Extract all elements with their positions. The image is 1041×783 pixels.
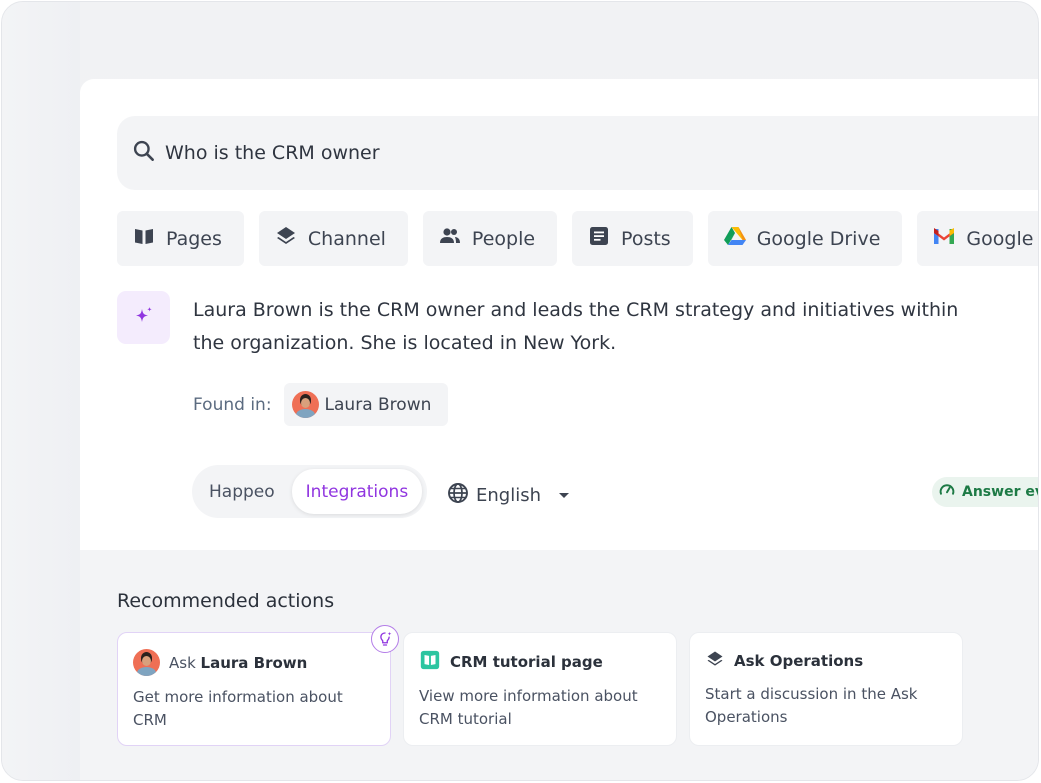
- lightbulb-sparkle-icon: [371, 625, 399, 653]
- action-card-ask-operations[interactable]: Ask Operations Start a discussion in the…: [689, 632, 963, 746]
- filter-label: Posts: [621, 227, 671, 250]
- card-title: Laura Brown: [200, 653, 308, 672]
- app-window: Who is the CRM owner Pages Channel Peopl…: [1, 1, 1039, 781]
- sidebar-backdrop: [2, 2, 80, 780]
- answer-evaluation-badge[interactable]: Answer ev: [932, 477, 1039, 507]
- filter-channel[interactable]: Channel: [258, 211, 408, 266]
- recommended-actions-title: Recommended actions: [117, 590, 335, 612]
- ai-answer-text: Laura Brown is the CRM owner and leads t…: [193, 299, 959, 354]
- source-name: Laura Brown: [324, 394, 432, 415]
- search-icon: [131, 138, 157, 168]
- card-description: Get more information about CRM: [133, 688, 343, 729]
- card-title: CRM tutorial page: [450, 653, 603, 671]
- filter-posts[interactable]: Posts: [572, 211, 693, 266]
- avatar: [133, 649, 160, 676]
- book-icon: [132, 224, 156, 253]
- language-select[interactable]: English: [446, 481, 569, 510]
- avatar: [291, 391, 319, 418]
- card-prefix: Ask: [169, 653, 196, 672]
- filter-people[interactable]: People: [422, 211, 558, 266]
- card-description: View more information about CRM tutorial: [419, 687, 638, 728]
- action-card-crm-tutorial[interactable]: CRM tutorial page View more information …: [403, 632, 677, 746]
- found-in: Found in: Laura Brown: [193, 383, 449, 426]
- filter-chips: Pages Channel People Posts Google Drive …: [117, 211, 1038, 266]
- recommended-actions-section: Recommended actions Ask Laura Brown Get …: [80, 550, 1038, 780]
- layers-icon: [274, 224, 298, 253]
- found-in-label: Found in:: [193, 394, 272, 415]
- gauge-icon: [938, 481, 956, 503]
- sparkle-icon: [132, 304, 156, 332]
- source-chip[interactable]: Laura Brown: [283, 383, 449, 426]
- search-query[interactable]: Who is the CRM owner: [165, 142, 380, 164]
- layers-icon: [705, 649, 725, 673]
- toggle-integrations[interactable]: Integrations: [291, 469, 423, 514]
- recommended-cards: Ask Laura Brown Get more information abo…: [117, 625, 963, 746]
- filter-google-drive[interactable]: Google Drive: [707, 211, 903, 266]
- filter-label: People: [471, 227, 536, 250]
- toggle-happeo[interactable]: Happeo: [196, 469, 288, 514]
- card-title: Ask Operations: [734, 652, 864, 670]
- people-icon: [438, 224, 462, 253]
- book-icon: [419, 649, 441, 675]
- evaluation-label: Answer ev: [962, 484, 1039, 500]
- gmail-icon: [932, 224, 956, 253]
- filter-label: Google Drive: [756, 227, 881, 250]
- filter-label: Google: [966, 227, 1034, 250]
- search-input[interactable]: Who is the CRM owner: [117, 116, 1038, 190]
- globe-icon: [446, 481, 470, 510]
- filter-label: Pages: [166, 227, 222, 250]
- ai-answer-badge: [117, 291, 170, 344]
- chevron-down-icon: [559, 493, 569, 498]
- search-results-panel: Who is the CRM owner Pages Channel Peopl…: [80, 79, 1039, 550]
- card-description: Start a discussion in the Ask Operations: [705, 685, 918, 726]
- filter-label: Channel: [307, 227, 386, 250]
- filter-gmail[interactable]: Google: [917, 211, 1038, 266]
- language-value: English: [476, 485, 541, 506]
- document-icon: [587, 224, 611, 253]
- filter-pages[interactable]: Pages: [117, 211, 244, 266]
- action-card-ask-laura[interactable]: Ask Laura Brown Get more information abo…: [117, 625, 399, 746]
- google-drive-icon: [723, 224, 747, 253]
- source-toggle: Happeo Integrations: [192, 465, 427, 518]
